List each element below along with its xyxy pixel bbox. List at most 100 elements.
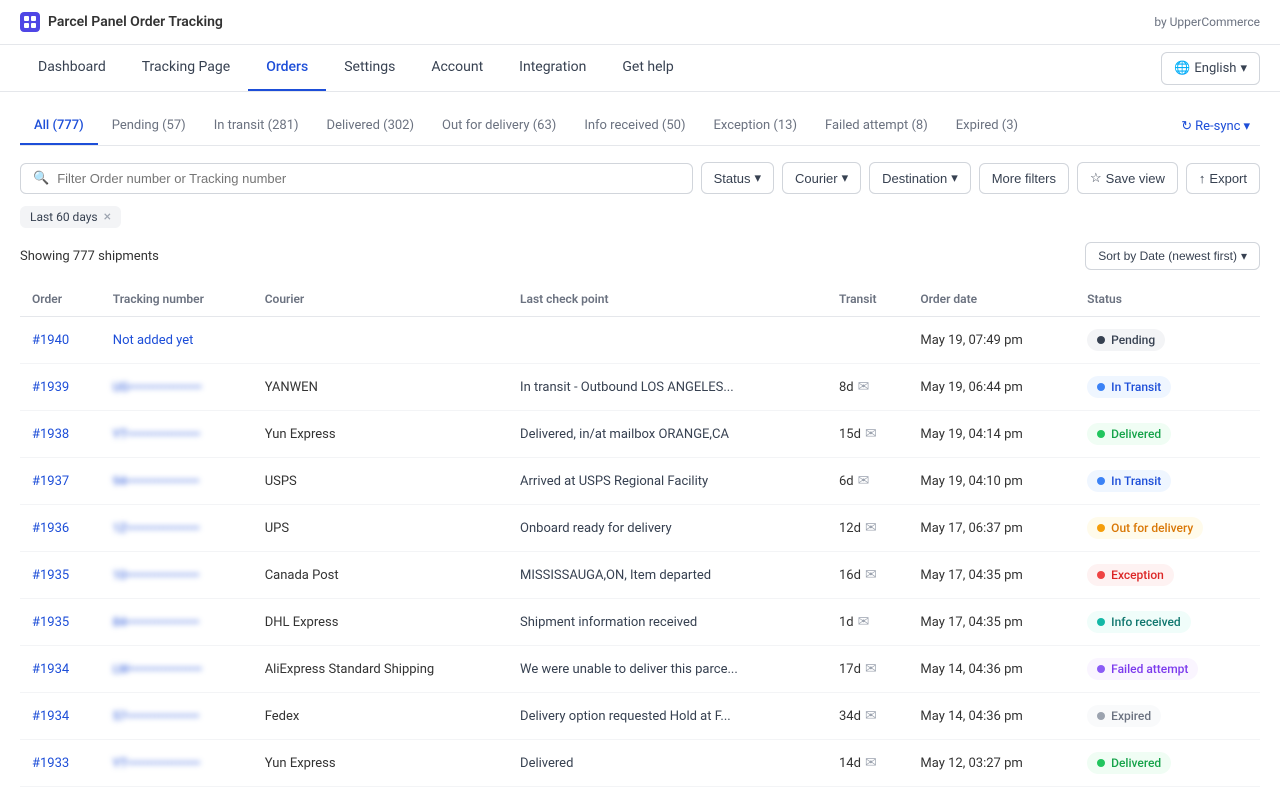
app-logo	[20, 12, 40, 32]
table-row: #1940Not added yetMay 19, 07:49 pmPendin…	[20, 317, 1260, 364]
col-tracking: Tracking number	[101, 282, 253, 317]
status-dot	[1097, 336, 1105, 344]
status-label: Delivered	[1111, 427, 1161, 441]
search-box[interactable]: 🔍	[20, 163, 693, 194]
order-link[interactable]: #1935	[32, 568, 69, 583]
tab-failed-attempt[interactable]: Failed attempt (8)	[811, 108, 942, 145]
tracking-number[interactable]: 84••••••••••••••••••	[113, 615, 199, 629]
table-info: Showing 777 shipments Sort by Date (newe…	[20, 242, 1260, 270]
nav-orders[interactable]: Orders	[248, 45, 326, 91]
tab-out-for-delivery[interactable]: Out for delivery (63)	[428, 108, 570, 145]
status-label: In Transit	[1111, 380, 1161, 394]
courier-cell: UPS	[253, 505, 508, 552]
nav-dashboard[interactable]: Dashboard	[20, 45, 124, 91]
filter-tag-label: Last 60 days	[30, 210, 98, 224]
main-nav: Dashboard Tracking Page Orders Settings …	[0, 45, 1280, 92]
chevron-down-icon: ▾	[1240, 61, 1247, 76]
status-badge: Exception	[1087, 564, 1174, 586]
order-date-cell: May 19, 04:14 pm	[908, 411, 1075, 458]
table-row: #1934LW••••••••••••••••••AliExpress Stan…	[20, 646, 1260, 693]
globe-icon: 🌐	[1174, 61, 1190, 76]
order-link[interactable]: #1934	[32, 709, 69, 724]
tracking-number[interactable]: LW••••••••••••••••••	[113, 662, 202, 676]
transit-cell: 12d✉	[827, 505, 908, 552]
checkpoint-cell: Delivered	[508, 740, 827, 787]
status-cell: Delivered	[1075, 411, 1260, 458]
tab-info-received[interactable]: Info received (50)	[570, 108, 699, 145]
destination-filter-button[interactable]: Destination ▾	[869, 162, 971, 194]
status-cell: Delivered	[1075, 740, 1260, 787]
nav-integration[interactable]: Integration	[501, 45, 604, 91]
courier-cell: Yun Express	[253, 740, 508, 787]
status-dot	[1097, 430, 1105, 438]
tab-pending[interactable]: Pending (57)	[98, 108, 200, 145]
tab-expired[interactable]: Expired (3)	[942, 108, 1032, 145]
order-date-cell: May 17, 06:37 pm	[908, 505, 1075, 552]
language-selector[interactable]: 🌐 English ▾	[1161, 52, 1260, 85]
status-filter-button[interactable]: Status ▾	[701, 162, 774, 194]
status-dot	[1097, 759, 1105, 767]
search-input[interactable]	[57, 171, 679, 186]
transit-days: 8d	[839, 380, 854, 395]
status-label: Delivered	[1111, 756, 1161, 770]
tracking-number[interactable]: 57••••••••••••••••••	[113, 709, 199, 723]
tab-all[interactable]: All (777)	[20, 108, 98, 145]
status-dot	[1097, 477, 1105, 485]
order-link[interactable]: #1939	[32, 380, 69, 395]
order-link[interactable]: #1934	[32, 662, 69, 677]
order-link[interactable]: #1933	[32, 756, 69, 771]
order-date-cell: May 17, 04:35 pm	[908, 552, 1075, 599]
nav-tracking-page[interactable]: Tracking Page	[124, 45, 248, 91]
order-date-cell: May 17, 04:35 pm	[908, 599, 1075, 646]
status-cell: Expired	[1075, 693, 1260, 740]
status-dot	[1097, 571, 1105, 579]
transit-days: 15d	[839, 427, 861, 442]
order-link[interactable]: #1935	[32, 615, 69, 630]
export-button[interactable]: ↑ Export	[1186, 163, 1260, 194]
sort-button[interactable]: Sort by Date (newest first) ▾	[1085, 242, 1260, 270]
order-date-cell: May 19, 06:44 pm	[908, 364, 1075, 411]
order-link[interactable]: #1938	[32, 427, 69, 442]
resync-chevron: ▾	[1243, 119, 1250, 134]
tracking-number[interactable]: 1Z••••••••••••••••••	[113, 521, 200, 535]
checkpoint-cell: Delivery option requested Hold at F...	[508, 693, 827, 740]
transit-cell	[827, 317, 908, 364]
status-chevron-icon: ▾	[754, 170, 761, 186]
app-title: Parcel Panel Order Tracking	[48, 14, 223, 30]
tracking-not-added[interactable]: Not added yet	[113, 333, 194, 348]
tracking-number[interactable]: 10••••••••••••••••••	[113, 568, 199, 582]
tab-exception[interactable]: Exception (13)	[699, 108, 811, 145]
active-filter-tag: Last 60 days ×	[20, 206, 121, 228]
transit-cell: 1d✉	[827, 599, 908, 646]
destination-filter-label: Destination	[882, 171, 947, 186]
courier-cell: YANWEN	[253, 364, 508, 411]
order-link[interactable]: #1937	[32, 474, 69, 489]
more-filters-button[interactable]: More filters	[979, 163, 1069, 194]
transit-cell: 8d✉	[827, 364, 908, 411]
nav-get-help[interactable]: Get help	[604, 45, 691, 91]
top-bar: Parcel Panel Order Tracking by UpperComm…	[0, 0, 1280, 45]
transit-days: 6d	[839, 474, 854, 489]
tab-delivered[interactable]: Delivered (302)	[313, 108, 428, 145]
tracking-number[interactable]: 94••••••••••••••••••	[113, 474, 199, 488]
tracking-number[interactable]: YT••••••••••••••••••	[113, 427, 200, 441]
status-dot	[1097, 712, 1105, 720]
status-badge: In Transit	[1087, 376, 1171, 398]
tracking-number[interactable]: UG••••••••••••••••••	[113, 380, 202, 394]
courier-filter-button[interactable]: Courier ▾	[782, 162, 861, 194]
tracking-number[interactable]: YT••••••••••••••••••	[113, 756, 200, 770]
nav-settings[interactable]: Settings	[326, 45, 413, 91]
transit-cell: 6d✉	[827, 458, 908, 505]
order-link[interactable]: #1936	[32, 521, 69, 536]
status-label: Exception	[1111, 568, 1164, 582]
status-cell: In Transit	[1075, 364, 1260, 411]
nav-account[interactable]: Account	[413, 45, 501, 91]
filter-tag-close[interactable]: ×	[104, 210, 111, 224]
tab-in-transit[interactable]: In transit (281)	[200, 108, 313, 145]
mail-icon: ✉	[858, 614, 870, 630]
mail-icon: ✉	[865, 426, 877, 442]
resync-button[interactable]: ↻ Re-sync ▾	[1171, 113, 1260, 140]
order-link[interactable]: #1940	[32, 333, 69, 348]
table-row: #193510••••••••••••••••••Canada PostMISS…	[20, 552, 1260, 599]
save-view-button[interactable]: ☆ Save view	[1077, 162, 1178, 194]
